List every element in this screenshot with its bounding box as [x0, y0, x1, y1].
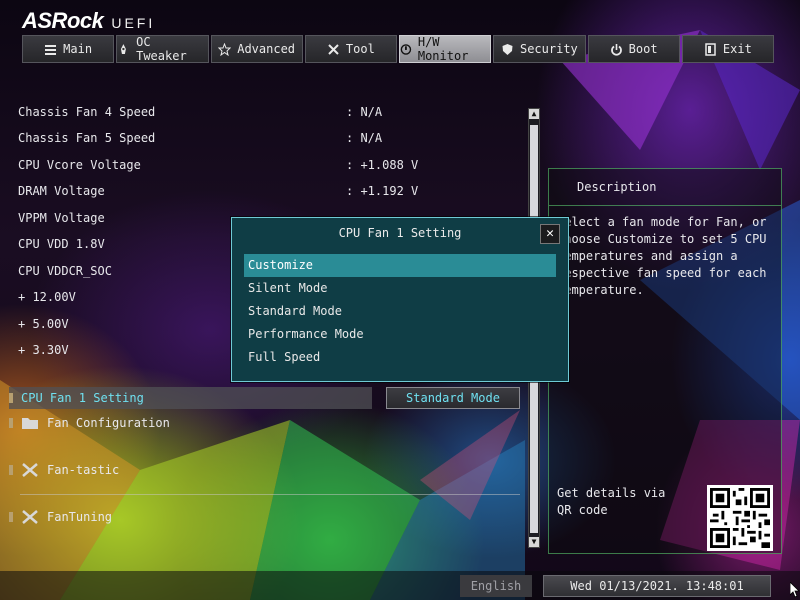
reading-value: : +1.088 V	[346, 158, 419, 172]
fan-mode-dropdown[interactable]: Standard Mode	[386, 387, 520, 409]
reading-label: + 12.00V	[18, 290, 76, 304]
option-performance-mode[interactable]: Performance Mode	[244, 323, 556, 346]
description-line: respective fan speed for each	[557, 266, 767, 280]
power-icon	[610, 43, 622, 56]
scroll-down-icon[interactable]: ▼	[529, 537, 539, 547]
reading-label: VPPM Voltage	[18, 211, 105, 225]
tab-tool-label: Tool	[345, 42, 375, 56]
tab-advanced[interactable]: Advanced	[210, 35, 303, 63]
reading-label: CPU Vcore Voltage	[18, 158, 141, 172]
row-marker	[9, 465, 13, 475]
star-icon	[218, 42, 232, 56]
exit-icon	[705, 42, 716, 56]
monitor-icon	[400, 43, 412, 55]
reading-label: CPU VDD 1.8V	[18, 237, 105, 251]
tab-exit[interactable]: Exit	[681, 35, 774, 63]
main-tabs: Main OC Tweaker Advanced Tool H/W Monito…	[22, 35, 774, 65]
folder-icon	[22, 418, 38, 429]
tab-advanced-label: Advanced	[237, 42, 296, 56]
mouse-cursor-icon	[790, 582, 800, 598]
tools-icon	[328, 43, 339, 55]
reading-label: Chassis Fan 5 Speed	[18, 131, 156, 145]
submenu-fan-tastic[interactable]: Fan-tastic	[9, 459, 119, 481]
description-line: temperature.	[557, 283, 644, 297]
tab-tool[interactable]: Tool	[304, 35, 397, 63]
tab-oc-tweaker[interactable]: OC Tweaker	[116, 35, 209, 63]
dialog-title: CPU Fan 1 Setting	[338, 226, 462, 240]
description-line: choose Customize to set 5 CPU	[557, 232, 767, 246]
tab-main[interactable]: Main	[22, 35, 115, 63]
description-panel: Description Select a fan mode for Fan, o…	[548, 168, 782, 554]
cpu-fan-setting-dialog: CPU Fan 1 Setting ✕ Customize Silent Mod…	[231, 217, 569, 382]
option-standard-mode[interactable]: Standard Mode	[244, 300, 556, 323]
language-button[interactable]: English	[460, 575, 532, 597]
submenu-label: Fan-tastic	[47, 463, 120, 477]
tools-icon	[22, 510, 38, 524]
list-icon	[45, 44, 57, 55]
row-marker	[9, 393, 13, 403]
submenu-label: FanTuning	[47, 510, 113, 524]
reading-label: CPU VDDCR_SOC	[18, 264, 112, 278]
tab-hw-monitor-label: H/W Monitor	[417, 35, 469, 63]
option-full-speed[interactable]: Full Speed	[244, 346, 556, 369]
reading-label: + 3.30V	[18, 343, 69, 357]
reading-value: : N/A	[346, 131, 383, 145]
tab-boot[interactable]: Boot	[587, 35, 680, 63]
description-title: Description	[549, 169, 781, 206]
option-silent-mode[interactable]: Silent Mode	[244, 277, 556, 300]
tab-oc-tweaker-label: OC Tweaker	[136, 35, 187, 63]
cpu-fan-setting-row[interactable]: CPU Fan 1 Setting	[9, 387, 372, 409]
fan-mode-options: Customize Silent Mode Standard Mode Perf…	[244, 254, 556, 369]
tab-exit-label: Exit	[722, 42, 752, 56]
shield-icon	[502, 43, 513, 55]
submenu-fantuning[interactable]: FanTuning	[9, 506, 112, 528]
qr-code-icon	[707, 485, 773, 551]
divider	[20, 494, 520, 495]
rocket-icon	[121, 43, 127, 54]
asrock-logo: ASRock UEFI	[22, 8, 155, 34]
reading-label: Chassis Fan 4 Speed	[18, 105, 156, 119]
reading-label: DRAM Voltage	[18, 184, 105, 198]
qr-caption: Get details via QR code	[557, 486, 666, 517]
reading-value: : N/A	[346, 105, 383, 119]
option-customize[interactable]: Customize	[244, 254, 556, 277]
row-marker	[9, 418, 13, 428]
row-marker	[9, 512, 13, 522]
uefi-label: UEFI	[111, 15, 156, 31]
reading-label: + 5.00V	[18, 317, 69, 331]
brand-name: ASRock	[22, 8, 104, 33]
description-line: temperatures and assign a	[557, 249, 738, 263]
close-icon[interactable]: ✕	[540, 224, 560, 244]
cpu-fan-setting-label: CPU Fan 1 Setting	[21, 391, 144, 405]
datetime-display: Wed 01/13/2021. 13:48:01	[543, 575, 771, 597]
tab-main-label: Main	[63, 42, 93, 56]
tab-boot-label: Boot	[628, 42, 658, 56]
scroll-up-icon[interactable]: ▲	[529, 109, 539, 119]
tab-hw-monitor[interactable]: H/W Monitor	[399, 35, 492, 63]
tab-security-label: Security	[519, 42, 578, 56]
description-line: Select a fan mode for Fan, or	[557, 215, 767, 229]
tab-security[interactable]: Security	[493, 35, 586, 63]
tools-icon	[22, 463, 38, 477]
description-text: Select a fan mode for Fan, or choose Cus…	[549, 206, 781, 299]
submenu-label: Fan Configuration	[47, 416, 170, 430]
reading-value: : +1.192 V	[346, 184, 419, 198]
submenu-fan-configuration[interactable]: Fan Configuration	[9, 412, 170, 434]
